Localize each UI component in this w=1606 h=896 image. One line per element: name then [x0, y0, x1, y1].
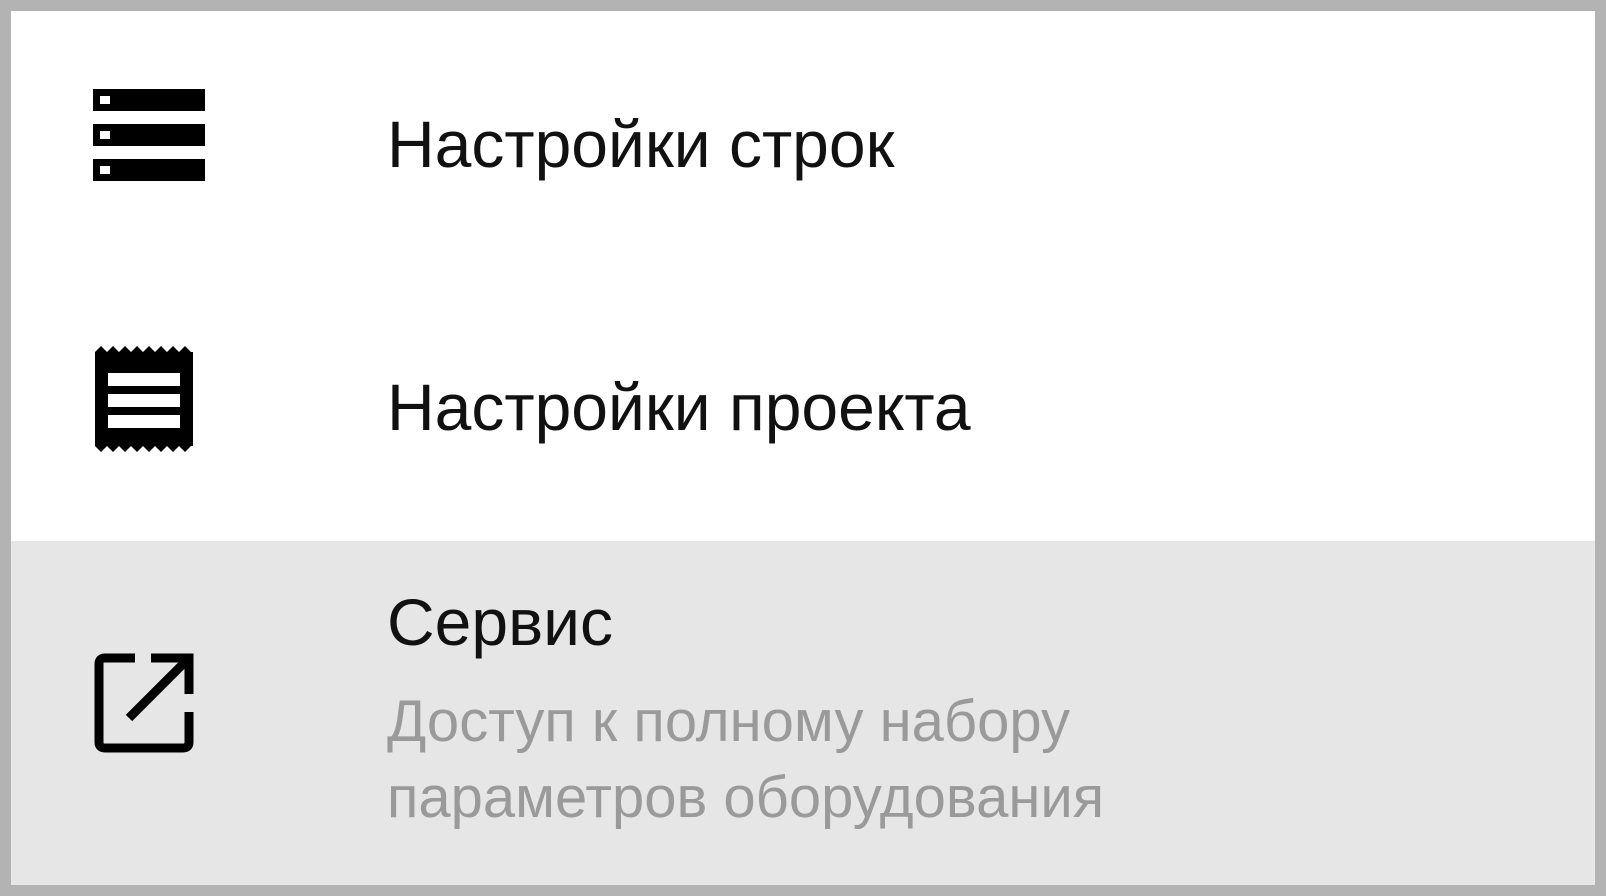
menu-item-description: Доступ к полному набору параметров обору… — [387, 689, 1105, 830]
menu-item-service[interactable]: Сервис Доступ к полному набору параметро… — [11, 541, 1595, 885]
open-external-icon — [93, 652, 195, 754]
menu-item-project-settings[interactable]: Настройки проекта — [11, 276, 1595, 541]
menu-item-row-settings[interactable]: Настройки строк — [11, 11, 1595, 276]
menu-item-label: Сервис — [387, 585, 614, 659]
project-document-icon — [93, 346, 195, 452]
menu-item-label: Настройки строк — [387, 107, 895, 181]
menu-panel: Настройки строк Настройки проекта Сервис… — [0, 0, 1606, 896]
menu-item-label: Настройки проекта — [387, 370, 971, 444]
server-rows-icon — [93, 89, 205, 181]
settings-menu: Настройки строк Настройки проекта Сервис… — [11, 11, 1595, 885]
